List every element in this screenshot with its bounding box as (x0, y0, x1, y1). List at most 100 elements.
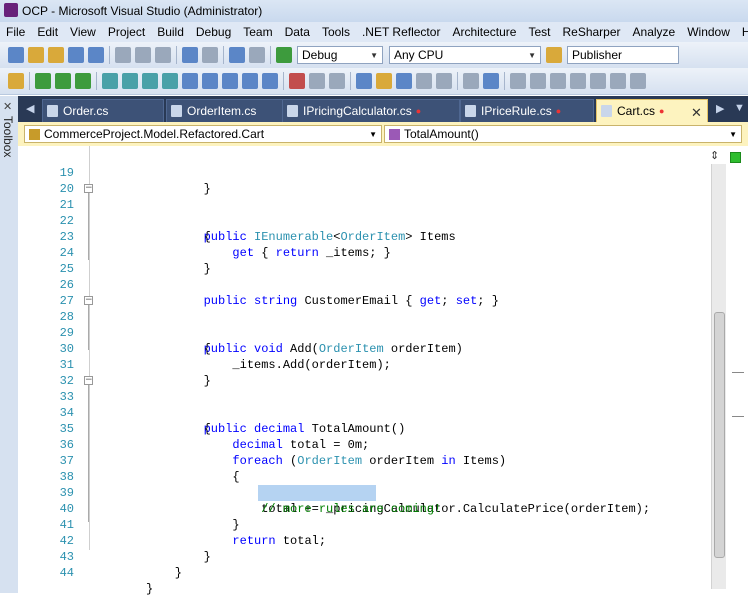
toolbar-separator (223, 46, 224, 64)
find-usages-icon[interactable] (376, 73, 392, 89)
decrease-indent-icon[interactable] (182, 73, 198, 89)
display-word-completion-icon[interactable] (162, 73, 178, 89)
scroll-tabs-left-icon[interactable]: ◀ (26, 102, 34, 115)
add-item-icon[interactable] (28, 47, 44, 63)
active-files-dropdown-icon[interactable]: ▼ (734, 102, 745, 114)
tab-ipricerule-cs[interactable]: IPriceRule.cs ● (460, 99, 594, 122)
toggle-breakpoint-icon[interactable] (289, 73, 305, 89)
format-document-icon[interactable] (463, 73, 479, 89)
align-left-icon[interactable] (416, 73, 432, 89)
menu-tools[interactable]: Tools (316, 25, 356, 39)
code-line: 34 { (18, 389, 708, 436)
solution-platform-dropdown[interactable]: Any CPU ▼ (389, 46, 541, 64)
close-tab-icon[interactable]: ✕ (691, 105, 702, 121)
menu-architecture[interactable]: Architecture (446, 25, 522, 39)
save-icon[interactable] (68, 47, 84, 63)
display-object-member-list-icon[interactable] (102, 73, 118, 89)
menu-project[interactable]: Project (102, 25, 151, 39)
menu-analyze[interactable]: Analyze (627, 25, 682, 39)
menu-help[interactable]: Help (736, 25, 748, 39)
vertical-scrollbar[interactable] (711, 164, 726, 589)
comment-out-lines-icon[interactable] (222, 73, 238, 89)
menu-test[interactable]: Test (522, 25, 556, 39)
code-line: 41 return total; (18, 501, 708, 548)
increase-indent-icon[interactable] (202, 73, 218, 89)
scrollbar-thumb[interactable] (714, 312, 725, 558)
previous-bookmark-icon[interactable] (309, 73, 325, 89)
new-project-icon[interactable] (8, 47, 24, 63)
format-selection-icon[interactable] (483, 73, 499, 89)
solution-explorer-icon[interactable] (8, 73, 24, 89)
code-line: 29 { (18, 309, 708, 356)
menu-bar: File Edit View Project Build Debug Team … (0, 22, 748, 42)
menu-build[interactable]: Build (151, 25, 190, 39)
menu-view[interactable]: View (64, 25, 102, 39)
members-dropdown[interactable]: TotalAmount() ▼ (384, 125, 742, 143)
navigate-forward-icon[interactable] (249, 47, 265, 63)
split-window-icon[interactable]: ⇕ (710, 149, 724, 162)
task-list-icon[interactable] (570, 73, 586, 89)
collapse-region-icon[interactable]: − (84, 376, 93, 385)
refactor-icon[interactable] (396, 73, 412, 89)
menu-data[interactable]: Data (279, 25, 316, 39)
menu-debug[interactable]: Debug (190, 25, 237, 39)
object-browser-icon[interactable] (610, 73, 626, 89)
menu-window[interactable]: Window (681, 25, 736, 39)
find-combo-box[interactable]: Publisher (567, 46, 679, 64)
menu-resharper[interactable]: ReSharper (556, 25, 626, 39)
types-dropdown[interactable]: CommerceProject.Model.Refactored.Cart ▼ (24, 125, 382, 143)
find-in-files-icon[interactable] (546, 47, 562, 63)
code-line: 36 foreach (OrderItem orderItem in Items… (18, 421, 708, 468)
open-file-icon[interactable] (48, 47, 64, 63)
error-list-icon[interactable] (550, 73, 566, 89)
menu-net-reflector[interactable]: .NET Reflector (356, 25, 446, 39)
tab-orderitem-cs[interactable]: OrderItem.cs (166, 99, 290, 122)
navigate-backward-icon[interactable] (229, 47, 245, 63)
code-line: 30 _items.Add(orderItem); (18, 325, 708, 372)
collapse-region-icon[interactable]: − (84, 296, 93, 305)
tab-order-cs[interactable]: Order.cs (42, 99, 164, 122)
redo-icon[interactable] (202, 47, 218, 63)
output-window-icon[interactable] (530, 73, 546, 89)
collapse-region-icon[interactable]: − (84, 184, 93, 193)
toolbox-label[interactable]: Toolbox (1, 116, 15, 157)
step-out-icon[interactable] (75, 73, 91, 89)
code-line: 26 public string CustomerEmail { get; se… (18, 261, 708, 308)
step-into-icon[interactable] (35, 73, 51, 89)
uncomment-lines-icon[interactable] (242, 73, 258, 89)
menu-edit[interactable]: Edit (31, 25, 64, 39)
scroll-tabs-right-icon[interactable]: ▶ (716, 102, 724, 115)
code-line: 20 (18, 165, 708, 196)
go-to-definition-icon[interactable] (356, 73, 372, 89)
display-quick-info-icon[interactable] (142, 73, 158, 89)
tab-cart-cs[interactable]: Cart.cs ● ✕ (596, 99, 708, 122)
pin-icon[interactable]: ✕ (3, 100, 15, 113)
next-bookmark-icon[interactable] (329, 73, 345, 89)
properties-window-icon[interactable] (590, 73, 606, 89)
copy-icon[interactable] (135, 47, 151, 63)
cut-icon[interactable] (115, 47, 131, 63)
code-editor[interactable]: 19 } 20 21 − public IEnumerable<OrderIte… (18, 146, 708, 596)
start-debugging-icon[interactable] (276, 47, 292, 63)
file-status-icon (730, 152, 741, 163)
align-center-icon[interactable] (436, 73, 452, 89)
class-view-icon[interactable] (630, 73, 646, 89)
menu-team[interactable]: Team (237, 25, 278, 39)
bookmark-icon[interactable] (262, 73, 278, 89)
display-parameter-info-icon[interactable] (122, 73, 138, 89)
toolbar-separator (350, 72, 351, 90)
paste-icon[interactable] (155, 47, 171, 63)
toolbar-separator (283, 72, 284, 90)
menu-file[interactable]: File (0, 25, 31, 39)
tab-label: Cart.cs (617, 104, 656, 118)
code-line: 39 // more rules are coming! (18, 469, 708, 516)
toolbox-strip[interactable]: ✕ Toolbox (0, 96, 19, 593)
code-line: 24 } (18, 229, 708, 276)
toolbar-separator (457, 72, 458, 90)
tab-ipricingcalculator-cs[interactable]: IPricingCalculator.cs ● (282, 99, 460, 122)
undo-icon[interactable] (182, 47, 198, 63)
save-all-icon[interactable] (88, 47, 104, 63)
step-over-icon[interactable] (55, 73, 71, 89)
solution-configuration-dropdown[interactable]: Debug ▼ (297, 46, 383, 64)
window-layout-icon[interactable] (510, 73, 526, 89)
